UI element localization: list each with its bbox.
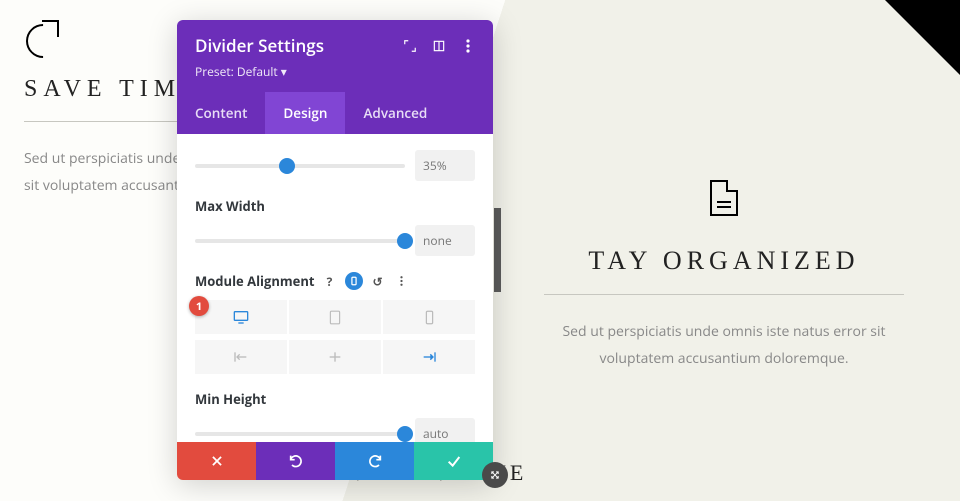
device-phone[interactable] <box>383 300 475 334</box>
min-height-value[interactable]: auto <box>415 418 475 442</box>
modal-header: Divider Settings Preset: Default ▾ <box>177 20 493 92</box>
corner-triangle <box>885 0 960 75</box>
min-height-slider[interactable] <box>195 432 405 436</box>
modal-footer <box>177 442 493 480</box>
tab-advanced[interactable]: Advanced <box>345 92 445 134</box>
modal-title: Divider Settings <box>195 34 324 57</box>
max-width-slider[interactable] <box>195 239 405 243</box>
device-tablet[interactable] <box>289 300 383 334</box>
width-slider-thumb[interactable] <box>279 158 295 174</box>
kebab-menu-icon[interactable] <box>460 38 475 53</box>
align-left[interactable] <box>195 340 289 374</box>
scrollbar-thumb[interactable] <box>494 208 501 292</box>
label-module-alignment: Module Alignment ? ↺ <box>195 272 475 290</box>
modal-body[interactable]: 35% Max Width none Module Alignment ? ↺ … <box>177 134 493 442</box>
align-right[interactable] <box>383 340 475 374</box>
modal-tabs: Content Design Advanced <box>177 92 493 134</box>
device-selector <box>195 300 475 334</box>
preset-selector[interactable]: Preset: Default ▾ <box>195 61 475 92</box>
alignment-selector <box>195 340 475 374</box>
max-width-value[interactable]: none <box>415 225 475 256</box>
device-desktop[interactable] <box>195 300 289 334</box>
step-badge-1: 1 <box>189 296 209 316</box>
label-min-height: Min Height <box>195 390 475 408</box>
body-text-right: Sed ut perspiciatis unde omnis iste natu… <box>544 319 904 372</box>
expand-icon[interactable] <box>402 38 417 53</box>
max-width-slider-thumb[interactable] <box>397 233 413 249</box>
options-kebab-icon[interactable] <box>393 272 411 290</box>
align-center[interactable] <box>289 340 383 374</box>
help-icon[interactable]: ? <box>321 272 339 290</box>
width-slider[interactable] <box>195 164 405 168</box>
responsive-icon[interactable] <box>345 272 363 290</box>
label-module-alignment-text: Module Alignment <box>195 272 315 290</box>
snap-icon[interactable] <box>431 38 446 53</box>
document-icon <box>710 180 738 216</box>
width-value[interactable]: 35% <box>415 150 475 181</box>
cancel-button[interactable] <box>177 442 256 480</box>
label-max-width: Max Width <box>195 197 475 215</box>
min-height-slider-thumb[interactable] <box>397 426 413 442</box>
divider-settings-modal: Divider Settings Preset: Default ▾ Conte… <box>177 20 493 480</box>
undo-button[interactable] <box>256 442 335 480</box>
tab-design[interactable]: Design <box>265 92 345 134</box>
reset-icon[interactable]: ↺ <box>369 272 387 290</box>
redo-button[interactable] <box>335 442 414 480</box>
pie-chart-icon <box>24 18 64 58</box>
resize-handle[interactable] <box>482 462 508 488</box>
heading-stay-organized: TAY ORGANIZED <box>544 246 904 295</box>
tab-content[interactable]: Content <box>177 92 265 134</box>
